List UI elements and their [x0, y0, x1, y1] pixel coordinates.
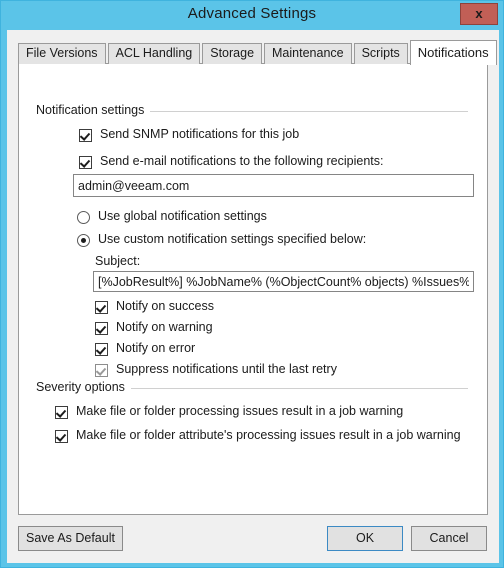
notify-on-success-label: Notify on success — [116, 299, 214, 313]
use-custom-settings-radio-row[interactable]: Use custom notification settings specifi… — [77, 232, 366, 247]
notify-on-success-checkbox[interactable] — [95, 301, 108, 314]
recipients-input[interactable] — [73, 174, 474, 197]
subject-label: Subject: — [95, 254, 141, 268]
suppress-notifications-label: Suppress notifications until the last re… — [116, 362, 337, 376]
use-custom-settings-radio[interactable] — [77, 234, 90, 247]
tab-strip: File Versions ACL Handling Storage Maint… — [18, 40, 499, 65]
snmp-notifications-checkbox[interactable] — [79, 129, 92, 142]
email-notifications-label: Send e-mail notifications to the followi… — [100, 154, 384, 168]
cancel-button[interactable]: Cancel — [411, 526, 487, 551]
tab-file-versions[interactable]: File Versions — [18, 43, 106, 64]
file-folder-attribute-issues-row[interactable]: Make file or folder attribute's processi… — [55, 428, 461, 443]
advanced-settings-window: Advanced Settings x File Versions ACL Ha… — [0, 0, 504, 568]
subject-input[interactable] — [93, 271, 474, 292]
file-folder-processing-issues-checkbox[interactable] — [55, 406, 68, 419]
severity-options-title: Severity options — [36, 380, 131, 394]
notify-on-error-label: Notify on error — [116, 341, 196, 355]
notify-on-error-checkbox[interactable] — [95, 343, 108, 356]
window-title: Advanced Settings — [187, 5, 317, 22]
tab-acl-handling[interactable]: ACL Handling — [107, 43, 201, 64]
file-folder-attribute-issues-label: Make file or folder attribute's processi… — [76, 428, 461, 442]
file-folder-processing-issues-label: Make file or folder processing issues re… — [76, 404, 404, 418]
use-custom-settings-label: Use custom notification settings specifi… — [98, 232, 367, 246]
notify-on-success-row[interactable]: Notify on success — [95, 299, 214, 314]
file-folder-attribute-issues-checkbox[interactable] — [55, 430, 68, 443]
tab-scripts[interactable]: Scripts — [353, 43, 408, 64]
use-global-settings-radio-row[interactable]: Use global notification settings — [77, 209, 267, 224]
email-notifications-checkbox-row[interactable]: Send e-mail notifications to the followi… — [79, 154, 383, 169]
tab-notifications[interactable]: Notifications — [409, 40, 497, 65]
snmp-notifications-checkbox-row[interactable]: Send SNMP notifications for this job — [79, 127, 299, 142]
notify-on-warning-label: Notify on warning — [116, 320, 213, 334]
tab-storage[interactable]: Storage — [202, 43, 263, 64]
save-as-default-button[interactable]: Save As Default — [18, 526, 123, 551]
suppress-notifications-row[interactable]: Suppress notifications until the last re… — [95, 362, 337, 377]
notify-on-warning-row[interactable]: Notify on warning — [95, 320, 213, 335]
use-global-settings-label: Use global notification settings — [98, 209, 267, 223]
notification-settings-title: Notification settings — [36, 103, 151, 117]
snmp-notifications-label: Send SNMP notifications for this job — [100, 127, 300, 141]
tab-maintenance[interactable]: Maintenance — [264, 43, 352, 64]
email-notifications-checkbox[interactable] — [79, 156, 92, 169]
dialog-body: File Versions ACL Handling Storage Maint… — [7, 30, 499, 563]
notifications-tab-panel: Notification settings Send SNMP notifica… — [18, 63, 488, 515]
suppress-notifications-checkbox[interactable] — [95, 364, 108, 377]
use-global-settings-radio[interactable] — [77, 211, 90, 224]
notify-on-warning-checkbox[interactable] — [95, 322, 108, 335]
title-bar: Advanced Settings x — [1, 1, 503, 29]
close-icon[interactable]: x — [460, 3, 498, 25]
ok-button[interactable]: OK — [327, 526, 403, 551]
file-folder-processing-issues-row[interactable]: Make file or folder processing issues re… — [55, 404, 403, 419]
notify-on-error-row[interactable]: Notify on error — [95, 341, 195, 356]
